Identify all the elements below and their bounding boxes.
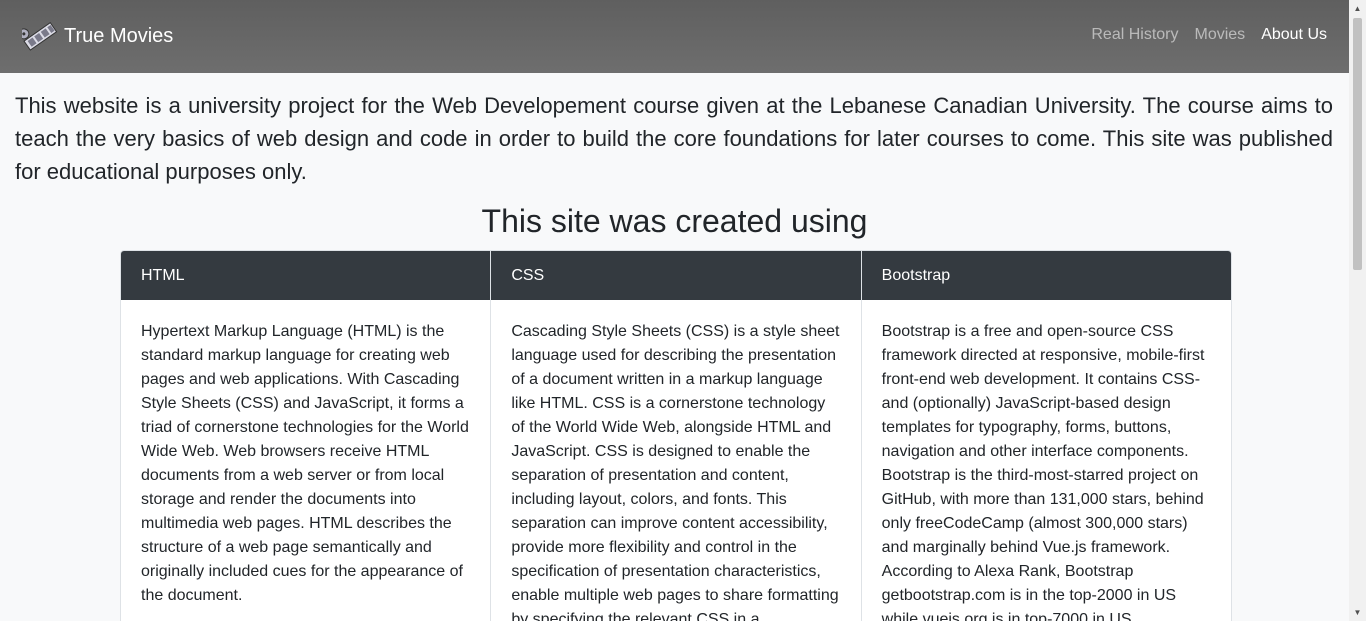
card-header-html: HTML (121, 251, 491, 300)
intro-paragraph: This website is a university project for… (15, 93, 1333, 184)
scrollbar-thumb[interactable] (1353, 18, 1362, 270)
card-body-css: Cascading Style Sheets (CSS) is a style … (511, 323, 840, 621)
card-header-css: CSS (491, 251, 861, 300)
vertical-scrollbar[interactable]: ▲ ▼ (1349, 0, 1366, 621)
card-body-html: Hypertext Markup Language (HTML) is the … (141, 323, 469, 604)
card-bootstrap: Bootstrap Bootstrap is a free and open-s… (861, 251, 1231, 621)
scroll-down-arrow-icon[interactable]: ▼ (1349, 604, 1366, 621)
navbar: True Movies Real History Movies About Us (0, 0, 1349, 73)
film-reel-logo-icon (22, 22, 58, 51)
card-header-bootstrap: Bootstrap (861, 251, 1231, 300)
nav-links: Real History Movies About Us (1091, 26, 1327, 44)
nav-link-movies[interactable]: Movies (1195, 26, 1246, 44)
page: True Movies Real History Movies About Us… (0, 0, 1349, 621)
tech-card-group: HTML Hypertext Markup Language (HTML) is… (120, 250, 1232, 621)
section-title: This site was created using (481, 203, 868, 239)
scroll-up-arrow-icon[interactable]: ▲ (1349, 0, 1366, 17)
nav-link-about-us[interactable]: About Us (1261, 26, 1327, 44)
brand-name: True Movies (64, 24, 174, 47)
card-html: HTML Hypertext Markup Language (HTML) is… (121, 251, 492, 621)
card-css: CSS Cascading Style Sheets (CSS) is a st… (491, 251, 862, 621)
brand-link[interactable]: True Movies (22, 18, 173, 54)
card-body-bootstrap: Bootstrap is a free and open-source CSS … (881, 323, 1205, 621)
nav-link-real-history[interactable]: Real History (1091, 26, 1178, 44)
